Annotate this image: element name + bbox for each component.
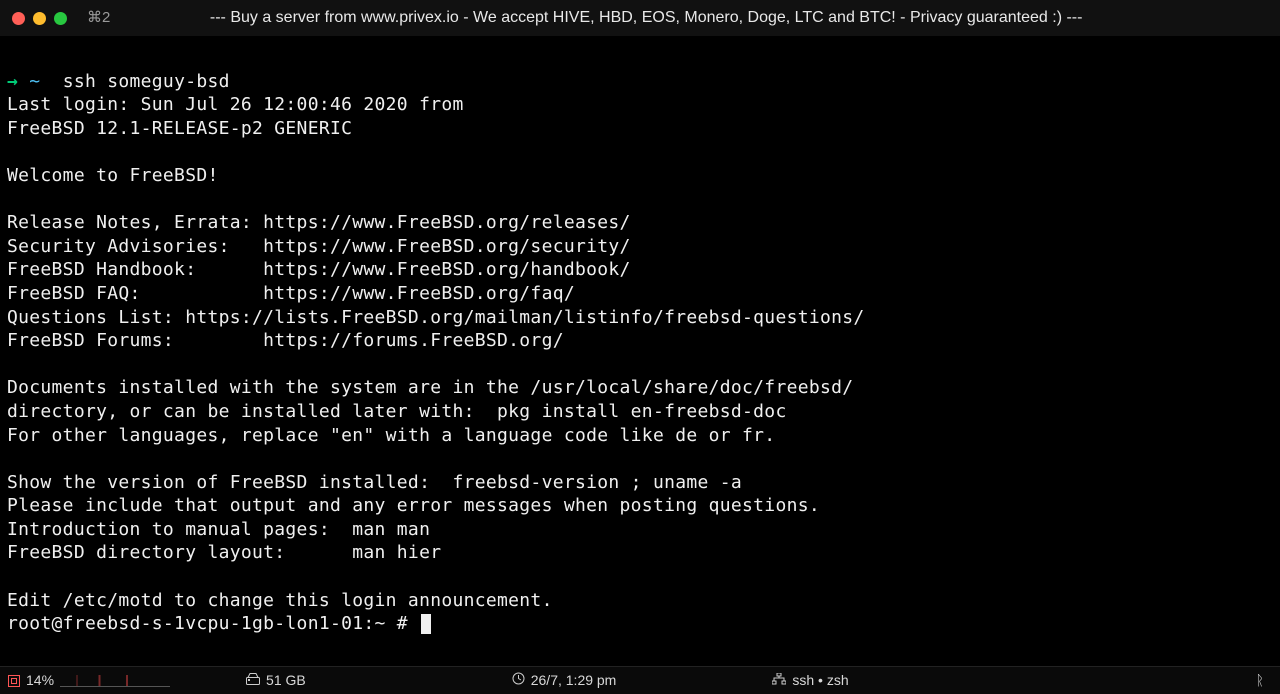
- motd-line: Show the version of FreeBSD installed: f…: [7, 472, 742, 493]
- datetime-value: 26/7, 1:29 pm: [531, 669, 617, 693]
- clock-status: 26/7, 1:29 pm: [512, 669, 617, 693]
- motd-line: Welcome to FreeBSD!: [7, 165, 219, 186]
- motd-line: Last login: Sun Jul 26 12:00:46 2020 fro…: [7, 94, 464, 115]
- branch-status: ᚱ: [1256, 669, 1264, 693]
- minimize-icon[interactable]: [33, 12, 46, 25]
- zoom-icon[interactable]: [54, 12, 67, 25]
- disk-icon: [246, 669, 260, 693]
- motd-line: Security Advisories: https://www.FreeBSD…: [7, 236, 631, 257]
- status-bar: 14% 51 GB 26/7, 1:29 pm ssh • zsh ᚱ: [0, 666, 1280, 694]
- terminal-viewport[interactable]: → ~ ssh someguy-bsd Last login: Sun Jul …: [0, 36, 1280, 636]
- prompt-path: ~: [29, 71, 40, 92]
- remote-prompt: root@freebsd-s-1vcpu-1gb-lon1-01:~ #: [7, 613, 419, 634]
- prompt-arrow-icon: →: [7, 71, 18, 92]
- window-titlebar: ⌘2 --- Buy a server from www.privex.io -…: [0, 0, 1280, 36]
- cpu-icon: [8, 675, 20, 687]
- motd-line: Please include that output and any error…: [7, 495, 820, 516]
- tab-indicator: ⌘2: [87, 6, 110, 30]
- motd-line: FreeBSD directory layout: man hier: [7, 542, 441, 563]
- cpu-status: 14%: [8, 669, 170, 693]
- motd-line: FreeBSD FAQ: https://www.FreeBSD.org/faq…: [7, 283, 575, 304]
- cursor-icon: [421, 614, 431, 634]
- window-title: --- Buy a server from www.privex.io - We…: [124, 6, 1268, 30]
- motd-line: FreeBSD 12.1-RELEASE-p2 GENERIC: [7, 118, 352, 139]
- disk-status: 51 GB: [246, 669, 306, 693]
- disk-value: 51 GB: [266, 669, 306, 693]
- process-value: ssh • zsh: [792, 669, 848, 693]
- clock-icon: [512, 669, 525, 693]
- motd-line: Release Notes, Errata: https://www.FreeB…: [7, 212, 631, 233]
- close-icon[interactable]: [12, 12, 25, 25]
- motd-line: For other languages, replace "en" with a…: [7, 425, 775, 446]
- branch-glyph: ᚱ: [1256, 669, 1264, 693]
- process-status: ssh • zsh: [772, 669, 848, 693]
- motd-line: Edit /etc/motd to change this login anno…: [7, 590, 553, 611]
- motd-line: FreeBSD Handbook: https://www.FreeBSD.or…: [7, 259, 631, 280]
- motd-line: Questions List: https://lists.FreeBSD.or…: [7, 307, 865, 328]
- motd-line: FreeBSD Forums: https://forums.FreeBSD.o…: [7, 330, 564, 351]
- motd-line: Introduction to manual pages: man man: [7, 519, 430, 540]
- command-text: ssh someguy-bsd: [63, 71, 230, 92]
- motd-line: Documents installed with the system are …: [7, 377, 853, 398]
- cpu-percent: 14%: [26, 669, 54, 693]
- cpu-sparkline: [60, 675, 170, 687]
- motd-line: directory, or can be installed later wit…: [7, 401, 787, 422]
- network-icon: [772, 669, 786, 693]
- window-controls: [12, 12, 67, 25]
